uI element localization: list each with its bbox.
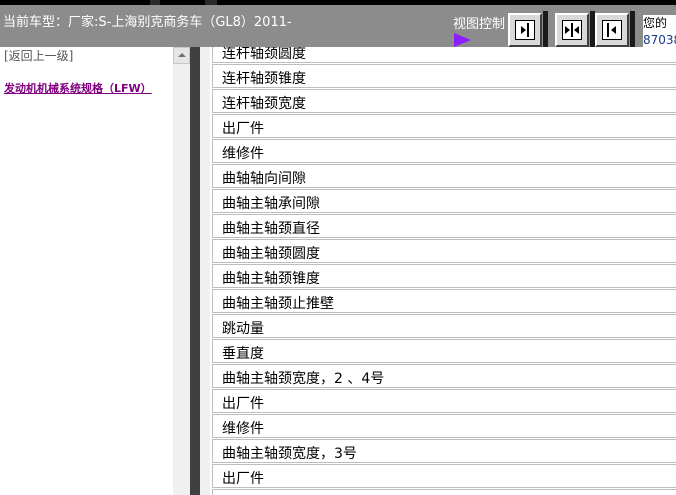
back-link[interactable]: [返回上一级]	[4, 47, 73, 64]
spec-row-label: 连杆轴颈圆度	[222, 47, 306, 62]
spec-row[interactable]: 曲轴轴向间隙	[212, 164, 676, 188]
spec-row-label: 曲轴主轴颈止推壁	[222, 296, 334, 312]
pane-splitter[interactable]	[190, 47, 200, 495]
spec-row[interactable]: 垂直度	[212, 339, 676, 363]
pane-gutter	[200, 47, 210, 495]
navigation-pane: [返回上一级] 发动机机械系统规格（LFW）	[0, 47, 173, 495]
current-vehicle-label: 当前车型：厂家:S-上海别克商务车（GL8）2011-	[3, 15, 292, 30]
spec-row[interactable]: 连杆轴颈锥度	[212, 64, 676, 88]
nav-scrollbar[interactable]	[173, 47, 190, 495]
spec-row-label: 维修件	[222, 421, 264, 437]
view-expand-left-button[interactable]	[595, 11, 635, 47]
spec-row-label: 维修件	[222, 146, 264, 162]
spec-row-label: 连杆轴颈宽度	[222, 96, 306, 112]
spec-row[interactable]: 连杆轴颈圆度	[212, 47, 676, 63]
expand-right-icon	[515, 20, 535, 40]
spec-row[interactable]: 曲轴主轴颈止推壁	[212, 289, 676, 313]
spec-row[interactable]: 出厂件	[212, 114, 676, 138]
spec-row[interactable]: 出厂件	[212, 389, 676, 413]
spec-row-label: 跳动量	[222, 321, 264, 337]
spec-row-label: 连杆轴颈锥度	[222, 71, 306, 87]
spec-row[interactable]: 曲轴主轴颈锥度	[212, 264, 676, 288]
spec-row[interactable]: 跳动量	[212, 314, 676, 338]
header-bar: 当前车型：厂家:S-上海别克商务车（GL8）2011- 视图控制 您的 8703…	[0, 5, 676, 51]
spec-row[interactable]: 曲轴主轴颈宽度，3号	[212, 439, 676, 463]
spec-row[interactable]: 维修件	[212, 139, 676, 163]
spec-row-label: 垂直度	[222, 346, 264, 362]
spec-row[interactable]: 连杆轴颈宽度	[212, 89, 676, 113]
spec-row-label: 曲轴主轴承间隙	[222, 196, 320, 212]
user-greeting: 您的 87038	[643, 15, 676, 51]
spec-row[interactable]: 出厂件	[212, 464, 676, 488]
play-arrow-icon[interactable]	[454, 33, 471, 47]
spec-row[interactable]: 曲轴主轴承间隙	[212, 189, 676, 213]
spec-row[interactable]: 曲轴主轴颈圆度	[212, 239, 676, 263]
view-control-label: 视图控制	[453, 17, 506, 32]
spec-row-label: 出厂件	[222, 396, 264, 412]
engine-spec-link[interactable]: 发动机机械系统规格（LFW）	[4, 80, 152, 96]
spec-row-label: 出厂件	[222, 471, 264, 487]
spec-list: 连杆轴颈圆度 连杆轴颈锥度 连杆轴颈宽度 出厂件 维修件 曲轴轴向间隙 曲轴主轴承间隙 曲轴主…	[210, 47, 676, 495]
spec-row-label: 曲轴主轴颈锥度	[222, 271, 320, 287]
spec-row-label: 曲轴主轴颈宽度，3号	[222, 446, 357, 462]
spec-row-label: 曲轴主轴颈直径	[222, 221, 320, 237]
greeting-text: 您的	[643, 16, 668, 30]
spec-row-label: 曲轴主轴颈圆度	[222, 246, 320, 262]
split-view-icon	[562, 20, 582, 40]
spec-row[interactable]: 维修件	[212, 414, 676, 438]
view-split-button[interactable]	[555, 11, 595, 47]
spec-row[interactable]: 曲轴主轴颈直径	[212, 214, 676, 238]
spec-row-label: 曲轴轴向间隙	[222, 171, 306, 187]
spec-row[interactable]: 维修件	[212, 489, 676, 495]
expand-left-icon	[602, 20, 622, 40]
chevron-up-icon	[178, 53, 186, 57]
scroll-up-button[interactable]	[173, 47, 190, 64]
content-pane: 连杆轴颈圆度 连杆轴颈锥度 连杆轴颈宽度 出厂件 维修件 曲轴轴向间隙 曲轴主轴承间隙 曲轴主…	[210, 47, 676, 495]
spec-row-label: 曲轴主轴颈宽度，2 、4号	[222, 371, 385, 387]
spec-row-label: 出厂件	[222, 121, 264, 137]
view-expand-right-button[interactable]	[508, 11, 548, 47]
spec-row[interactable]: 曲轴主轴颈宽度，2 、4号	[212, 364, 676, 388]
